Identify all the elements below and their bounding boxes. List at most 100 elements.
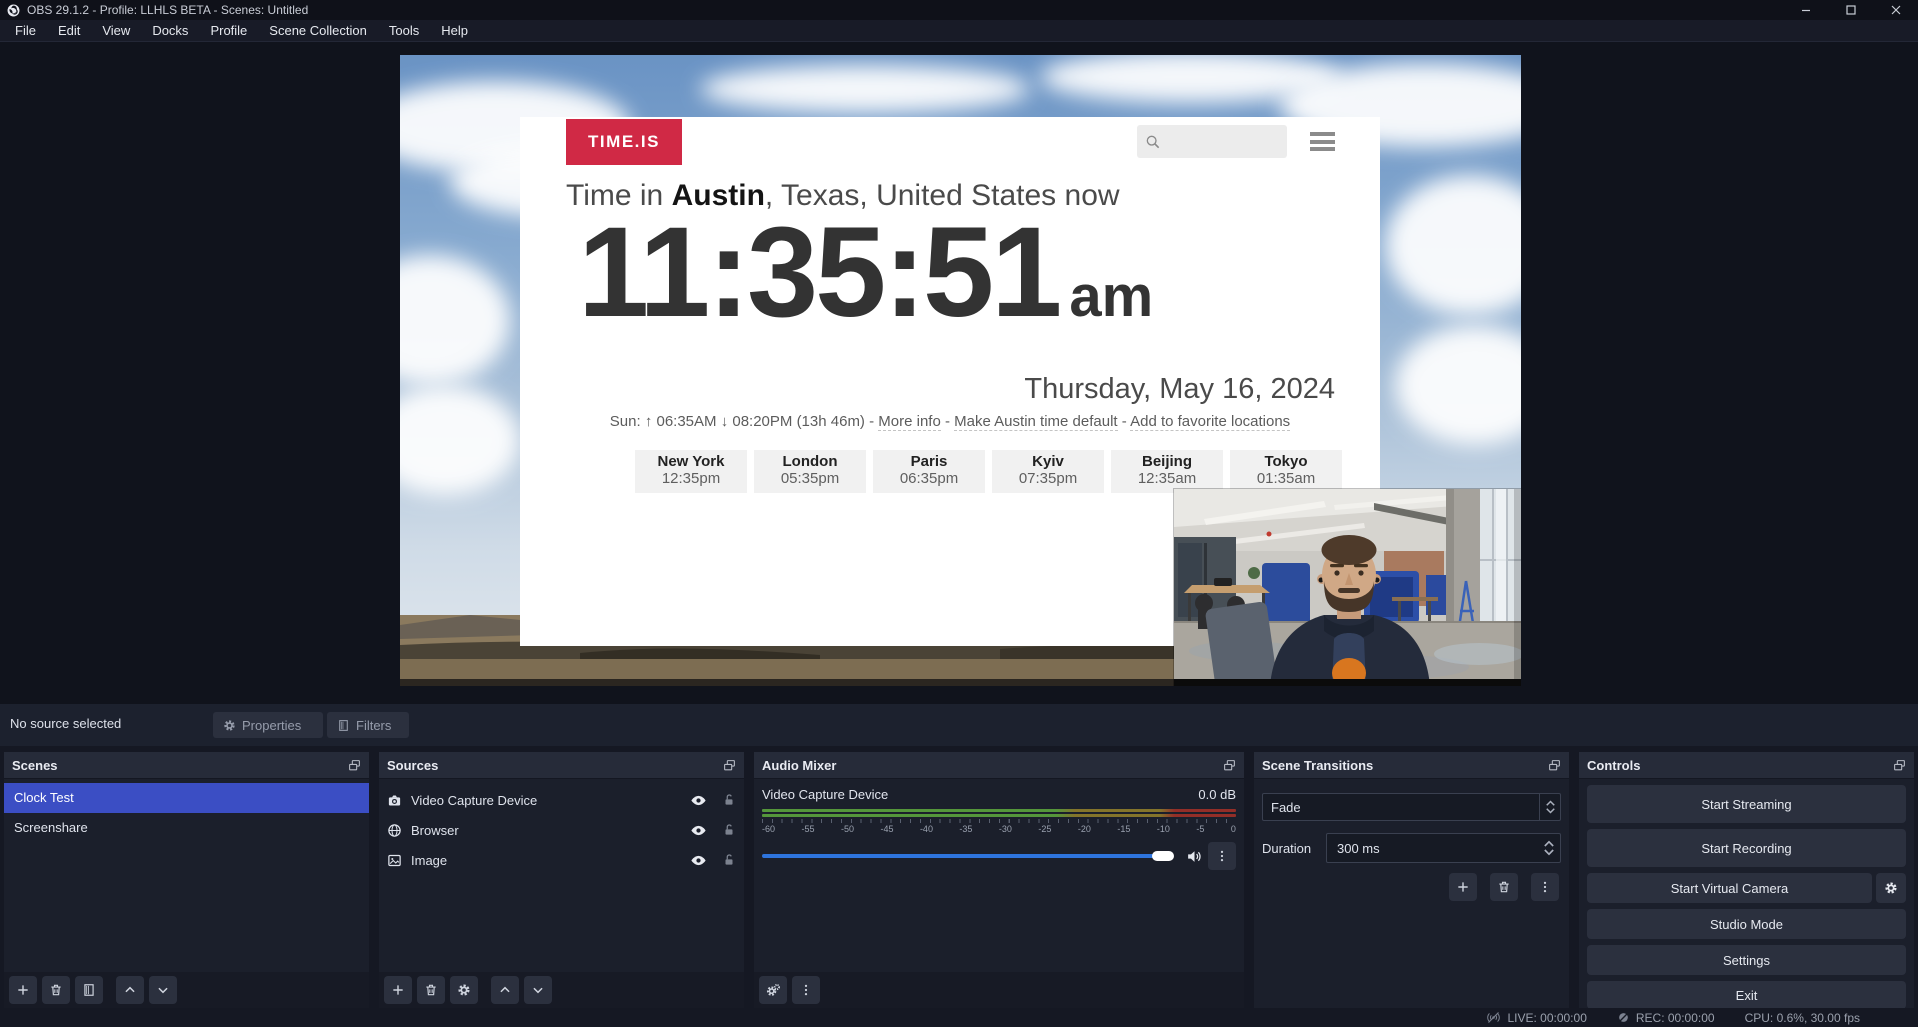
timeis-logo: TIME.IS (566, 119, 682, 165)
volume-slider-handle[interactable] (1152, 851, 1174, 861)
speaker-icon[interactable] (1186, 848, 1203, 865)
city-name: Beijing (1111, 453, 1223, 470)
double-gear-icon (766, 983, 781, 998)
transition-select-arrows[interactable] (1539, 794, 1560, 820)
popout-icon[interactable] (1223, 759, 1236, 772)
webcam-source[interactable] (1174, 489, 1521, 686)
cloud (400, 385, 520, 495)
mixer-channel-options-button[interactable] (1208, 842, 1236, 870)
studio-mode-button[interactable]: Studio Mode (1587, 909, 1906, 939)
controls-panel: Controls Start Streaming Start Recording… (1579, 752, 1914, 1008)
menu-docks[interactable]: Docks (141, 20, 199, 42)
virtual-camera-config-button[interactable] (1876, 873, 1906, 903)
visibility-eye-icon[interactable] (690, 852, 707, 869)
visibility-eye-icon[interactable] (690, 792, 707, 809)
filters-button[interactable]: Filters (327, 712, 409, 738)
duration-input[interactable]: 300 ms (1326, 833, 1561, 863)
menu-file[interactable]: File (4, 20, 47, 42)
search-icon (1145, 134, 1161, 150)
popout-icon[interactable] (348, 759, 361, 772)
add-source-button[interactable] (384, 976, 412, 1004)
menu-edit[interactable]: Edit (47, 20, 91, 42)
filters-icon (337, 719, 350, 732)
tick-label: -10 (1157, 824, 1170, 834)
source-item-image[interactable]: Image (379, 845, 744, 875)
hamburger-menu-icon (1310, 132, 1335, 151)
city-time: 05:35pm (754, 470, 866, 487)
move-scene-down-button[interactable] (149, 976, 177, 1004)
start-streaming-button[interactable]: Start Streaming (1587, 785, 1906, 823)
city-box: Kyiv 07:35pm (992, 450, 1104, 493)
start-virtual-camera-button[interactable]: Start Virtual Camera (1587, 873, 1872, 903)
duration-label: Duration (1262, 841, 1326, 856)
city-name: Tokyo (1230, 453, 1342, 470)
chevron-down-icon (156, 983, 170, 997)
rec-timer: REC: 00:00:00 (1636, 1011, 1715, 1025)
popout-icon[interactable] (1548, 759, 1561, 772)
meter-tick-marks (762, 819, 1236, 823)
remove-source-button[interactable] (417, 976, 445, 1004)
gear-icon (223, 719, 236, 732)
camera-icon (387, 793, 402, 808)
live-timer: LIVE: 00:00:00 (1507, 1011, 1586, 1025)
menu-view[interactable]: View (91, 20, 141, 42)
remove-scene-button[interactable] (42, 976, 70, 1004)
source-properties-button[interactable] (450, 976, 478, 1004)
lock-open-icon[interactable] (722, 823, 736, 837)
city-time: 06:35pm (873, 470, 985, 487)
more-info-link: More info (878, 413, 941, 431)
close-button[interactable] (1873, 0, 1918, 20)
lock-open-icon[interactable] (722, 853, 736, 867)
gear-icon (1884, 881, 1898, 895)
scene-item-clock-test[interactable]: Clock Test (4, 783, 369, 813)
scene-filters-button[interactable] (75, 976, 103, 1004)
move-source-up-button[interactable] (491, 976, 519, 1004)
chevron-up-icon (1546, 800, 1555, 806)
mixer-options-button[interactable] (792, 976, 820, 1004)
popout-icon[interactable] (723, 759, 736, 772)
properties-button[interactable]: Properties (213, 712, 323, 738)
transitions-header: Scene Transitions (1254, 752, 1569, 779)
add-transition-button[interactable] (1449, 873, 1477, 901)
add-scene-button[interactable] (9, 976, 37, 1004)
volume-slider[interactable] (762, 854, 1164, 858)
obs-logo-icon (7, 4, 20, 17)
tick-label: -35 (959, 824, 972, 834)
scenes-panel: Scenes Clock Test Screenshare (4, 752, 369, 1008)
scenes-title: Scenes (12, 758, 58, 773)
status-bar: LIVE: 00:00:00 REC: 00:00:00 CPU: 0.6%, … (0, 1008, 1918, 1027)
advanced-audio-button[interactable] (759, 976, 787, 1004)
scene-item-screenshare[interactable]: Screenshare (4, 813, 369, 843)
source-item-video-capture[interactable]: Video Capture Device (379, 785, 744, 815)
preview-canvas[interactable]: TIME.IS Time in Austin, Texas, United St… (400, 55, 1521, 686)
transition-options-button[interactable] (1531, 873, 1559, 901)
maximize-button[interactable] (1828, 0, 1873, 20)
exit-button[interactable]: Exit (1587, 981, 1906, 1009)
minimize-button[interactable] (1783, 0, 1828, 20)
move-source-down-button[interactable] (524, 976, 552, 1004)
source-item-browser[interactable]: Browser (379, 815, 744, 845)
transition-select[interactable]: Fade (1262, 793, 1561, 821)
close-icon (1891, 5, 1901, 15)
menu-tools[interactable]: Tools (378, 20, 430, 42)
mixer-channel-name: Video Capture Device (762, 787, 888, 802)
lock-open-icon[interactable] (722, 793, 736, 807)
meter-scale: -60 -55 -50 -45 -40 -35 -30 -25 -20 -15 … (762, 824, 1236, 834)
duration-value: 300 ms (1327, 841, 1544, 856)
tick-label: -25 (1038, 824, 1051, 834)
move-scene-up-button[interactable] (116, 976, 144, 1004)
start-recording-button[interactable]: Start Recording (1587, 829, 1906, 867)
settings-button[interactable]: Settings (1587, 945, 1906, 975)
popout-icon[interactable] (1893, 759, 1906, 772)
dots-vertical-icon (799, 983, 813, 997)
source-label: Browser (411, 823, 459, 838)
filters-icon (82, 983, 96, 997)
city-time: 07:35pm (992, 470, 1104, 487)
menu-help[interactable]: Help (430, 20, 479, 42)
scenes-toolbar (4, 972, 369, 1008)
menu-scene-collection[interactable]: Scene Collection (258, 20, 378, 42)
visibility-eye-icon[interactable] (690, 822, 707, 839)
duration-spinner-arrows[interactable] (1544, 840, 1560, 856)
menu-profile[interactable]: Profile (199, 20, 258, 42)
remove-transition-button[interactable] (1490, 873, 1518, 901)
